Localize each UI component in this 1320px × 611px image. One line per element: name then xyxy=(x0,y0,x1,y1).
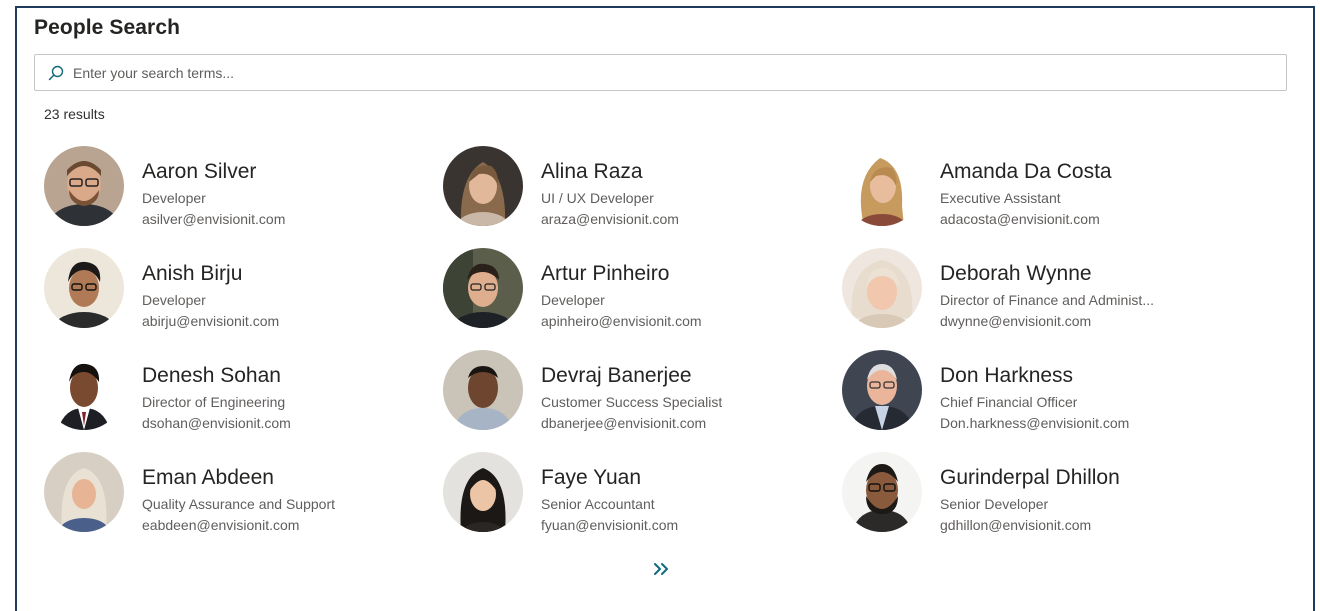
person-name: Aaron Silver xyxy=(142,160,257,183)
person-card-aaron-silver[interactable]: Aaron Silver Developer asilver@envisioni… xyxy=(44,144,424,228)
avatar xyxy=(842,248,922,328)
person-card-faye-yuan[interactable]: Faye Yuan Senior Accountant fyuan@envisi… xyxy=(443,450,823,534)
person-title: Senior Developer xyxy=(940,496,1049,512)
person-card-gurinderpal-dhillon[interactable]: Gurinderpal Dhillon Senior Developer gdh… xyxy=(842,450,1222,534)
person-email: abirju@envisionit.com xyxy=(142,313,280,329)
person-title: Developer xyxy=(142,292,206,308)
search-input[interactable] xyxy=(73,64,1263,81)
person-card-denesh-sohan[interactable]: Denesh Sohan Director of Engineering dso… xyxy=(44,348,424,432)
person-title: Director of Finance and Administ... xyxy=(940,292,1154,308)
people-search-webpart: People Search 23 results xyxy=(15,6,1315,611)
person-title: Quality Assurance and Support xyxy=(142,496,336,512)
person-title: Developer xyxy=(142,190,206,206)
double-chevron-right-icon xyxy=(653,562,671,581)
person-card-anish-birju[interactable]: Anish Birju Developer abirju@envisionit.… xyxy=(44,246,424,330)
person-email: araza@envisionit.com xyxy=(541,211,679,227)
person-email: adacosta@envisionit.com xyxy=(940,211,1100,227)
avatar xyxy=(44,146,124,226)
search-box[interactable] xyxy=(34,54,1287,91)
avatar xyxy=(842,146,922,226)
person-email: fyuan@envisionit.com xyxy=(541,517,679,533)
person-card-deborah-wynne[interactable]: Deborah Wynne Director of Finance and Ad… xyxy=(842,246,1222,330)
person-card-devraj-banerjee[interactable]: Devraj Banerjee Customer Success Special… xyxy=(443,348,823,432)
page-title: People Search xyxy=(34,16,181,39)
person-name: Alina Raza xyxy=(541,160,643,183)
results-count: 23 results xyxy=(44,106,105,122)
person-name: Faye Yuan xyxy=(541,466,642,489)
next-page-button[interactable] xyxy=(651,560,673,582)
avatar xyxy=(443,248,523,328)
person-name: Denesh Sohan xyxy=(142,364,281,387)
person-title: Senior Accountant xyxy=(541,496,655,512)
person-name: Anish Birju xyxy=(142,262,243,285)
avatar xyxy=(443,146,523,226)
avatar xyxy=(443,452,523,532)
person-card-amanda-da-costa[interactable]: Amanda Da Costa Executive Assistant adac… xyxy=(842,144,1222,228)
person-card-artur-pinheiro[interactable]: Artur Pinheiro Developer apinheiro@envis… xyxy=(443,246,823,330)
avatar xyxy=(842,452,922,532)
person-email: apinheiro@envisionit.com xyxy=(541,313,702,329)
person-card-alina-raza[interactable]: Alina Raza UI / UX Developer araza@envis… xyxy=(443,144,823,228)
avatar xyxy=(44,248,124,328)
person-card-eman-abdeen[interactable]: Eman Abdeen Quality Assurance and Suppor… xyxy=(44,450,424,534)
avatar xyxy=(842,350,922,430)
person-email: Don.harkness@envisionit.com xyxy=(940,415,1130,431)
person-name: Amanda Da Costa xyxy=(940,160,1112,183)
person-name: Don Harkness xyxy=(940,364,1074,387)
person-title: Developer xyxy=(541,292,605,308)
person-title: UI / UX Developer xyxy=(541,190,654,206)
person-name: Eman Abdeen xyxy=(142,466,274,489)
person-name: Gurinderpal Dhillon xyxy=(940,466,1120,489)
avatar xyxy=(44,452,124,532)
person-title: Customer Success Specialist xyxy=(541,394,723,410)
person-email: dsohan@envisionit.com xyxy=(142,415,291,431)
person-name: Artur Pinheiro xyxy=(541,262,670,285)
person-name: Deborah Wynne xyxy=(940,262,1092,285)
person-email: asilver@envisionit.com xyxy=(142,211,286,227)
person-email: dwynne@envisionit.com xyxy=(940,313,1092,329)
person-name: Devraj Banerjee xyxy=(541,364,692,387)
person-title: Director of Engineering xyxy=(142,394,286,410)
search-icon xyxy=(48,65,64,81)
person-email: gdhillon@envisionit.com xyxy=(940,517,1092,533)
person-card-don-harkness[interactable]: Don Harkness Chief Financial Officer Don… xyxy=(842,348,1222,432)
avatar xyxy=(44,350,124,430)
person-title: Executive Assistant xyxy=(940,190,1061,206)
person-email: eabdeen@envisionit.com xyxy=(142,517,300,533)
person-title: Chief Financial Officer xyxy=(940,394,1078,410)
avatar xyxy=(443,350,523,430)
person-email: dbanerjee@envisionit.com xyxy=(541,415,707,431)
